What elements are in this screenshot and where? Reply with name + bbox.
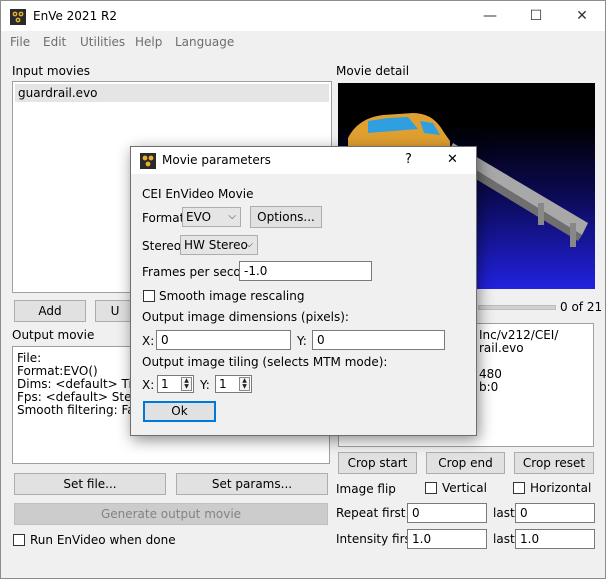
frame-counter: 0 of 21 [560,300,603,314]
crop-start-button[interactable]: Crop start [338,452,417,474]
intensity-last-label: last [493,532,515,546]
detail-line: rail.evo [479,341,524,355]
tile-y-label: Y: [200,378,210,392]
generate-output-movie-button[interactable]: Generate output movie [14,503,328,525]
run-envideo-checkbox[interactable] [13,534,25,546]
dims-y-label: Y: [297,334,307,348]
movie-detail-label: Movie detail [336,64,410,78]
tile-x-value: 1 [161,377,169,391]
horizontal-label: Horizontal [530,481,592,495]
stereo-value: HW Stereo [184,238,248,252]
add-button[interactable]: Add [14,300,86,322]
movie-parameters-dialog: Movie parameters ? ✕ CEI EnVideo Movie F… [130,146,477,436]
tile-x-stepper[interactable]: 1 ▲ ▼ [157,375,194,393]
help-icon[interactable]: ? [405,152,412,167]
dialog-close-icon[interactable]: ✕ [447,152,458,167]
vertical-checkbox[interactable] [425,482,437,494]
stereo-label: Stereo [142,239,182,253]
spin-arrows-icon[interactable]: ▲ ▼ [239,377,250,391]
dims-x-label: X: [142,334,155,348]
intensity-first-label: Intensity first [336,532,416,546]
crop-reset-button[interactable]: Crop reset [514,452,594,474]
crop-end-button[interactable]: Crop end [426,452,505,474]
dims-y-field[interactable]: 0 [312,330,445,350]
frame-slider[interactable] [478,305,556,310]
output-tiling-label: Output image tiling (selects MTM mode): [142,355,388,369]
options-button[interactable]: Options... [250,206,322,228]
intensity-last-field[interactable]: 1.0 [515,529,595,549]
ok-button[interactable]: Ok [143,401,216,422]
spin-arrows-icon[interactable]: ▲ ▼ [181,377,192,391]
menu-bar: File Edit Utilities Help Language [1,32,605,52]
format-select[interactable]: EVO ⌵ [182,207,241,227]
tile-x-label: X: [142,378,155,392]
detail-line: b:0 [479,380,499,394]
vertical-label: Vertical [442,481,487,495]
output-movie-label: Output movie [12,328,95,342]
smooth-rescaling-checkbox[interactable] [143,290,155,302]
set-file-button[interactable]: Set file... [14,473,166,495]
dialog-title-bar: Movie parameters ? ✕ [131,147,476,174]
intensity-first-field[interactable]: 1.0 [407,529,487,549]
image-flip-label: Image flip [336,482,396,496]
menu-edit[interactable]: Edit [43,35,66,49]
menu-help[interactable]: Help [135,35,162,49]
maximize-button[interactable]: ☐ [513,1,559,31]
format-value: EVO [186,210,212,224]
minimize-button[interactable]: — [467,1,513,31]
repeat-first-field[interactable]: 0 [407,503,487,523]
close-button[interactable]: ✕ [559,1,605,31]
fps-field[interactable]: -1.0 [239,261,372,281]
title-bar: EnVe 2021 R2 — ☐ ✕ [1,1,605,31]
minimize-icon: — [483,8,497,24]
repeat-last-label: last [493,506,515,520]
set-params-button[interactable]: Set params... [176,473,328,495]
maximize-icon: ☐ [529,8,543,24]
input-movies-label: Input movies [12,64,90,78]
enve-app-icon [10,9,26,25]
menu-file[interactable]: File [10,35,30,49]
menu-language[interactable]: Language [175,35,234,49]
enve-app-icon [140,153,156,169]
horizontal-checkbox[interactable] [513,482,525,494]
update-button[interactable]: U [95,300,135,322]
tile-y-value: 1 [219,377,227,391]
tile-y-stepper[interactable]: 1 ▲ ▼ [215,375,252,393]
window-title: EnVe 2021 R2 [33,9,117,23]
chevron-down-icon: ⌵ [228,211,236,222]
dialog-title: Movie parameters [162,153,271,167]
dims-x-field[interactable]: 0 [156,330,291,350]
dialog-header: CEI EnVideo Movie [142,187,254,201]
run-envideo-label: Run EnVideo when done [30,533,176,547]
chevron-down-icon: ⌵ [245,239,253,250]
menu-utilities[interactable]: Utilities [80,35,125,49]
stereo-select[interactable]: HW Stereo ⌵ [180,235,258,255]
output-dims-label: Output image dimensions (pixels): [142,310,349,324]
repeat-last-field[interactable]: 0 [515,503,595,523]
close-icon: ✕ [576,8,588,24]
list-item[interactable]: guardrail.evo [15,84,329,102]
repeat-first-label: Repeat first [336,506,406,520]
format-label: Format [142,211,185,225]
smooth-rescaling-label: Smooth image rescaling [159,289,305,303]
